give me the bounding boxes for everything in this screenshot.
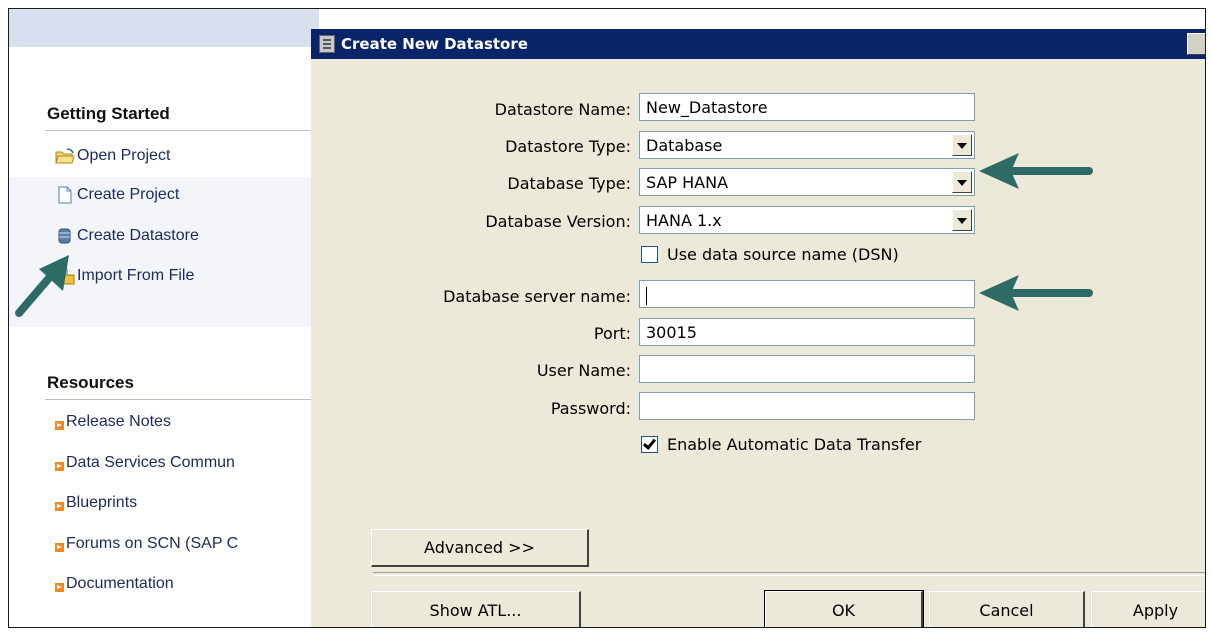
bullet-arrow-icon [55,461,64,471]
create-project-label: Create Project [77,186,180,203]
ok-button[interactable]: OK [764,590,924,627]
blueprints-link[interactable]: Blueprints [55,494,137,512]
database-type-select[interactable]: SAP HANA [639,168,975,196]
port-label: Port: [593,324,631,343]
checkbox-checked-box[interactable] [641,436,658,453]
documentation-label: Documentation [66,575,174,592]
auto-transfer-checkbox[interactable]: Enable Automatic Data Transfer [641,435,921,454]
dialog-titlebar[interactable]: Create New Datastore [311,29,1205,59]
document-icon [55,186,75,204]
auto-transfer-label: Enable Automatic Data Transfer [667,435,922,454]
database-version-value: HANA 1.x [646,211,722,230]
release-notes-link[interactable]: Release Notes [55,413,171,431]
annotation-arrow-icon [15,255,69,317]
database-icon [55,227,75,245]
datastore-type-label: Datastore Type: [505,137,631,156]
forums-scn-link[interactable]: Forums on SCN (SAP C [55,535,238,553]
release-notes-label: Release Notes [66,413,171,430]
advanced-button[interactable]: Advanced >> [371,529,589,567]
getting-started-heading: Getting Started [47,104,170,123]
create-datastore-link[interactable]: Create Datastore [55,227,199,245]
user-name-input[interactable] [639,355,975,383]
database-type-value: SAP HANA [646,173,729,192]
datastore-name-input[interactable]: New_Datastore [639,93,975,121]
minimize-button[interactable] [1187,33,1205,55]
database-version-label: Database Version: [485,212,631,231]
apply-button[interactable]: Apply [1091,591,1205,627]
resources-divider [45,399,319,400]
port-input[interactable]: 30015 [639,318,975,346]
password-label: Password: [550,399,631,418]
panel-header-band [9,9,319,47]
documentation-link[interactable]: Documentation [55,575,174,593]
text-cursor [646,286,647,305]
user-name-label: User Name: [536,361,631,380]
open-project-link[interactable]: Open Project [55,147,170,165]
screenshot-frame: Getting Started Open Project Create Proj… [8,8,1206,628]
chevron-down-icon[interactable] [952,171,972,193]
data-services-community-label: Data Services Commun [66,454,235,471]
use-dsn-checkbox[interactable]: Use data source name (DSN) [641,245,899,264]
bullet-arrow-icon [55,420,64,430]
bullet-arrow-icon [55,501,64,511]
open-project-label: Open Project [77,147,171,164]
chevron-down-icon[interactable] [952,134,972,156]
create-datastore-dialog: Create New Datastore Datastore Name: New… [311,29,1205,627]
import-from-file-label: Import From File [77,267,195,284]
chevron-down-icon[interactable] [952,209,972,231]
dialog-title: Create New Datastore [341,35,528,53]
server-name-label: Database server name: [443,287,631,306]
folder-open-icon [55,147,75,165]
bullet-arrow-icon [55,542,64,552]
bullet-arrow-icon [55,582,64,592]
datastore-window-icon [319,35,335,53]
datastore-type-value: Database [646,136,723,155]
getting-started-divider [45,130,319,131]
forums-scn-label: Forums on SCN (SAP C [66,535,239,552]
checkbox-box[interactable] [641,246,658,263]
datastore-type-select[interactable]: Database [639,131,975,159]
create-project-link[interactable]: Create Project [55,186,179,204]
data-services-community-link[interactable]: Data Services Commun [55,454,235,472]
use-dsn-label: Use data source name (DSN) [667,245,899,264]
button-separator [373,572,1205,576]
blueprints-label: Blueprints [66,494,138,511]
show-atl-button[interactable]: Show ATL... [371,591,581,627]
database-version-select[interactable]: HANA 1.x [639,206,975,234]
annotation-arrow-icon [979,275,1093,311]
annotation-arrow-icon [979,153,1093,189]
datastore-name-label: Datastore Name: [494,100,631,119]
server-name-input[interactable] [639,280,975,308]
resources-heading: Resources [47,373,134,392]
cancel-button[interactable]: Cancel [929,591,1085,627]
create-datastore-label: Create Datastore [77,227,199,244]
database-type-label: Database Type: [507,174,631,193]
password-input[interactable] [639,392,975,420]
